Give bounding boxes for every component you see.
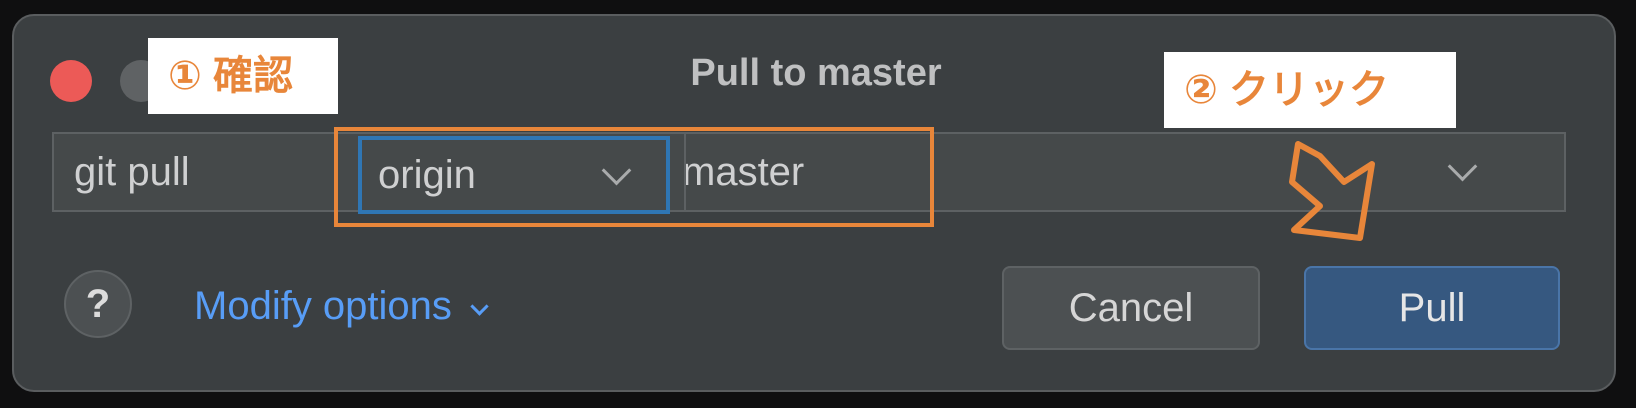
arrow-icon <box>1289 141 1375 241</box>
annotation-highlight-box <box>334 127 934 227</box>
annotation-step1: ① 確認 <box>148 38 338 114</box>
pull-button[interactable]: Pull <box>1304 266 1560 350</box>
modify-options-label: Modify options <box>194 284 452 328</box>
modify-options-link[interactable]: Modify options <box>194 282 489 330</box>
annotation-step2: ② クリック <box>1164 52 1456 128</box>
git-pull-label: git pull <box>74 150 190 194</box>
help-button[interactable]: ? <box>64 270 132 338</box>
chevron-down-icon[interactable] <box>1447 151 1478 182</box>
cancel-button[interactable]: Cancel <box>1002 266 1260 350</box>
